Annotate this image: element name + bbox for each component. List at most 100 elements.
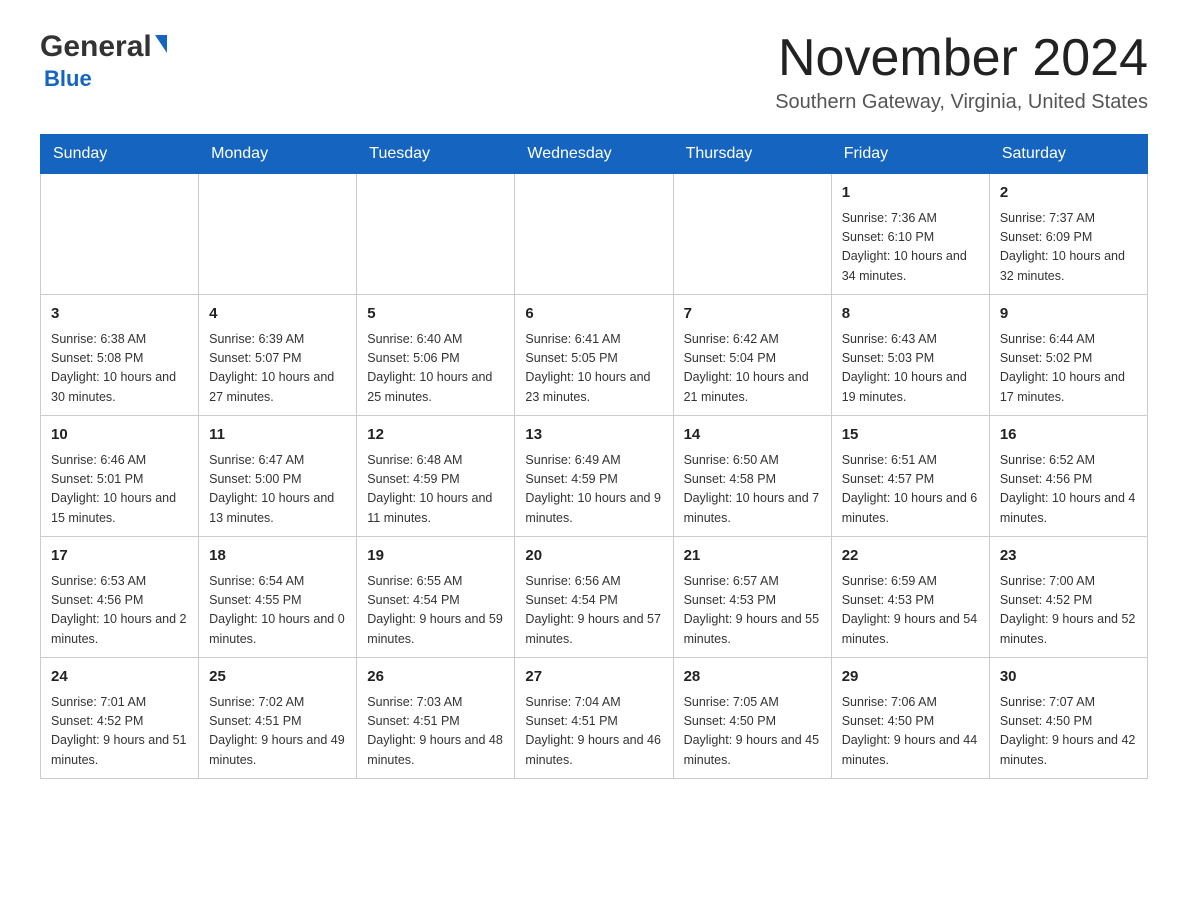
day-number: 16 (1000, 424, 1137, 447)
day-info: Sunrise: 6:56 AMSunset: 4:54 PMDaylight:… (525, 572, 662, 650)
calendar-cell: 28 Sunrise: 7:05 AMSunset: 4:50 PMDayligh… (673, 658, 831, 779)
day-info: Sunrise: 6:49 AMSunset: 4:59 PMDaylight:… (525, 451, 662, 529)
day-number: 26 (367, 666, 504, 689)
calendar-cell: 25 Sunrise: 7:02 AMSunset: 4:51 PMDayligh… (199, 658, 357, 779)
calendar-cell: 22 Sunrise: 6:59 AMSunset: 4:53 PMDayligh… (831, 537, 989, 658)
calendar-cell: 24 Sunrise: 7:01 AMSunset: 4:52 PMDayligh… (41, 658, 199, 779)
day-number: 2 (1000, 182, 1137, 205)
day-info: Sunrise: 6:54 AMSunset: 4:55 PMDaylight:… (209, 572, 346, 650)
calendar-week-row: 24 Sunrise: 7:01 AMSunset: 4:52 PMDayligh… (41, 658, 1148, 779)
day-number: 11 (209, 424, 346, 447)
calendar-week-row: 1 Sunrise: 7:36 AMSunset: 6:10 PMDaylight… (41, 174, 1148, 295)
calendar-cell: 21 Sunrise: 6:57 AMSunset: 4:53 PMDayligh… (673, 537, 831, 658)
calendar-header-sunday: Sunday (41, 135, 199, 174)
calendar-cell: 15 Sunrise: 6:51 AMSunset: 4:57 PMDayligh… (831, 416, 989, 537)
calendar-cell: 1 Sunrise: 7:36 AMSunset: 6:10 PMDaylight… (831, 174, 989, 295)
day-info: Sunrise: 6:48 AMSunset: 4:59 PMDaylight:… (367, 451, 504, 529)
calendar-cell (199, 174, 357, 295)
day-number: 17 (51, 545, 188, 568)
day-info: Sunrise: 6:55 AMSunset: 4:54 PMDaylight:… (367, 572, 504, 650)
day-info: Sunrise: 6:50 AMSunset: 4:58 PMDaylight:… (684, 451, 821, 529)
day-number: 28 (684, 666, 821, 689)
calendar-cell: 2 Sunrise: 7:37 AMSunset: 6:09 PMDaylight… (989, 174, 1147, 295)
calendar-table: SundayMondayTuesdayWednesdayThursdayFrid… (40, 134, 1148, 779)
calendar-cell: 3Sunrise: 6:38 AMSunset: 5:08 PMDaylight… (41, 295, 199, 416)
day-info: Sunrise: 6:53 AMSunset: 4:56 PMDaylight:… (51, 572, 188, 650)
calendar-header-friday: Friday (831, 135, 989, 174)
day-number: 23 (1000, 545, 1137, 568)
logo: General Blue (40, 30, 167, 92)
calendar-cell: 16Sunrise: 6:52 AMSunset: 4:56 PMDayligh… (989, 416, 1147, 537)
calendar-cell: 7 Sunrise: 6:42 AMSunset: 5:04 PMDaylight… (673, 295, 831, 416)
day-info: Sunrise: 7:00 AMSunset: 4:52 PMDaylight:… (1000, 572, 1137, 650)
calendar-header-saturday: Saturday (989, 135, 1147, 174)
day-number: 15 (842, 424, 979, 447)
day-number: 1 (842, 182, 979, 205)
day-info: Sunrise: 7:36 AMSunset: 6:10 PMDaylight:… (842, 209, 979, 287)
calendar-cell: 10 Sunrise: 6:46 AMSunset: 5:01 PMDayligh… (41, 416, 199, 537)
day-info: Sunrise: 7:37 AMSunset: 6:09 PMDaylight:… (1000, 209, 1137, 287)
day-number: 25 (209, 666, 346, 689)
calendar-cell: 18Sunrise: 6:54 AMSunset: 4:55 PMDayligh… (199, 537, 357, 658)
calendar-header-monday: Monday (199, 135, 357, 174)
day-info: Sunrise: 6:43 AMSunset: 5:03 PMDaylight:… (842, 330, 979, 408)
day-number: 21 (684, 545, 821, 568)
day-number: 4 (209, 303, 346, 326)
calendar-cell: 20 Sunrise: 6:56 AMSunset: 4:54 PMDayligh… (515, 537, 673, 658)
day-number: 20 (525, 545, 662, 568)
calendar-cell: 23 Sunrise: 7:00 AMSunset: 4:52 PMDayligh… (989, 537, 1147, 658)
day-number: 7 (684, 303, 821, 326)
day-info: Sunrise: 7:04 AMSunset: 4:51 PMDaylight:… (525, 693, 662, 771)
day-number: 8 (842, 303, 979, 326)
day-number: 27 (525, 666, 662, 689)
calendar-cell: 13 Sunrise: 6:49 AMSunset: 4:59 PMDayligh… (515, 416, 673, 537)
calendar-week-row: 10 Sunrise: 6:46 AMSunset: 5:01 PMDayligh… (41, 416, 1148, 537)
day-number: 9 (1000, 303, 1137, 326)
day-info: Sunrise: 6:42 AMSunset: 5:04 PMDaylight:… (684, 330, 821, 408)
calendar-cell (673, 174, 831, 295)
day-number: 24 (51, 666, 188, 689)
day-info: Sunrise: 7:06 AMSunset: 4:50 PMDaylight:… (842, 693, 979, 771)
location-title: Southern Gateway, Virginia, United State… (775, 91, 1148, 114)
calendar-cell: 30Sunrise: 7:07 AMSunset: 4:50 PMDayligh… (989, 658, 1147, 779)
day-number: 14 (684, 424, 821, 447)
calendar-header-thursday: Thursday (673, 135, 831, 174)
calendar-cell: 29 Sunrise: 7:06 AMSunset: 4:50 PMDayligh… (831, 658, 989, 779)
day-number: 10 (51, 424, 188, 447)
logo-general-text: General (40, 30, 152, 64)
calendar-cell: 9Sunrise: 6:44 AMSunset: 5:02 PMDaylight… (989, 295, 1147, 416)
day-number: 30 (1000, 666, 1137, 689)
calendar-header-tuesday: Tuesday (357, 135, 515, 174)
day-number: 22 (842, 545, 979, 568)
calendar-cell: 11 Sunrise: 6:47 AMSunset: 5:00 PMDayligh… (199, 416, 357, 537)
calendar-cell (41, 174, 199, 295)
logo-blue-text: Blue (44, 66, 92, 92)
day-info: Sunrise: 7:01 AMSunset: 4:52 PMDaylight:… (51, 693, 188, 771)
page-header: General Blue November 2024 Southern Gate… (40, 30, 1148, 114)
calendar-cell: 6Sunrise: 6:41 AMSunset: 5:05 PMDaylight… (515, 295, 673, 416)
calendar-cell: 19 Sunrise: 6:55 AMSunset: 4:54 PMDayligh… (357, 537, 515, 658)
day-info: Sunrise: 7:02 AMSunset: 4:51 PMDaylight:… (209, 693, 346, 771)
day-info: Sunrise: 6:57 AMSunset: 4:53 PMDaylight:… (684, 572, 821, 650)
calendar-header-wednesday: Wednesday (515, 135, 673, 174)
day-number: 5 (367, 303, 504, 326)
day-info: Sunrise: 6:51 AMSunset: 4:57 PMDaylight:… (842, 451, 979, 529)
calendar-header-row: SundayMondayTuesdayWednesdayThursdayFrid… (41, 135, 1148, 174)
day-info: Sunrise: 6:59 AMSunset: 4:53 PMDaylight:… (842, 572, 979, 650)
calendar-cell: 4Sunrise: 6:39 AMSunset: 5:07 PMDaylight… (199, 295, 357, 416)
calendar-cell: 12Sunrise: 6:48 AMSunset: 4:59 PMDayligh… (357, 416, 515, 537)
calendar-cell: 27 Sunrise: 7:04 AMSunset: 4:51 PMDayligh… (515, 658, 673, 779)
month-title: November 2024 (775, 30, 1148, 87)
calendar-week-row: 17 Sunrise: 6:53 AMSunset: 4:56 PMDayligh… (41, 537, 1148, 658)
day-info: Sunrise: 6:47 AMSunset: 5:00 PMDaylight:… (209, 451, 346, 529)
calendar-cell: 26Sunrise: 7:03 AMSunset: 4:51 PMDayligh… (357, 658, 515, 779)
title-block: November 2024 Southern Gateway, Virginia… (775, 30, 1148, 114)
calendar-cell: 17 Sunrise: 6:53 AMSunset: 4:56 PMDayligh… (41, 537, 199, 658)
calendar-cell: 8 Sunrise: 6:43 AMSunset: 5:03 PMDaylight… (831, 295, 989, 416)
day-info: Sunrise: 6:46 AMSunset: 5:01 PMDaylight:… (51, 451, 188, 529)
day-number: 19 (367, 545, 504, 568)
day-info: Sunrise: 7:05 AMSunset: 4:50 PMDaylight:… (684, 693, 821, 771)
day-info: Sunrise: 6:38 AMSunset: 5:08 PMDaylight:… (51, 330, 188, 408)
day-number: 13 (525, 424, 662, 447)
day-number: 29 (842, 666, 979, 689)
